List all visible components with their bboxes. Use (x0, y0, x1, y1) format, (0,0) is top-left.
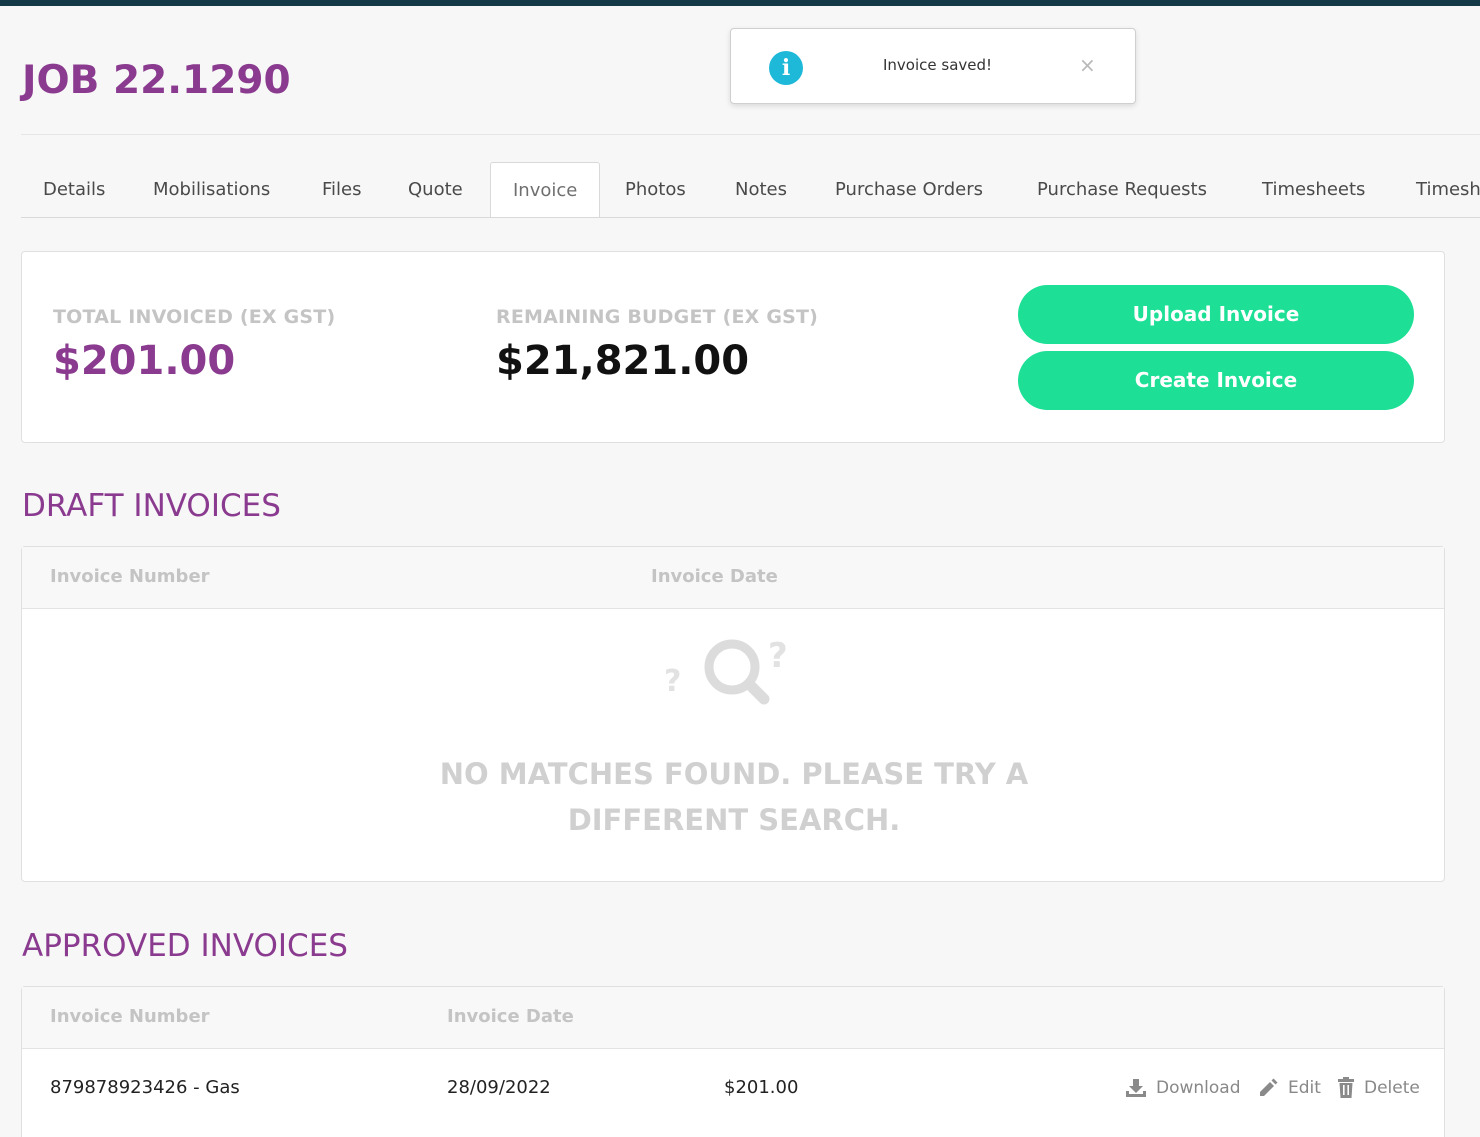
delete-button[interactable]: Delete (1337, 1077, 1420, 1098)
tab-quote[interactable]: Quote (386, 162, 485, 217)
table-header: Invoice Number Invoice Date (22, 547, 1444, 609)
remaining-budget-value: $21,821.00 (496, 338, 750, 384)
remaining-budget-label: REMAINING BUDGET (EX GST) (496, 306, 819, 328)
tab-files[interactable]: Files (300, 162, 384, 217)
table-header: Invoice Number Invoice Date (22, 987, 1444, 1049)
download-label: Download (1156, 1078, 1241, 1098)
upload-invoice-button[interactable]: Upload Invoice (1018, 285, 1414, 344)
tab-timesheets[interactable]: Timesheets (1240, 162, 1387, 217)
total-invoiced-value: $201.00 (53, 338, 236, 384)
edit-label: Edit (1288, 1077, 1321, 1098)
tab-bar: Details Mobilisations Files Quote Invoic… (21, 162, 1480, 218)
invoice-summary-card: TOTAL INVOICED (EX GST) $201.00 REMAININ… (21, 251, 1445, 443)
info-icon: i (769, 51, 803, 85)
column-invoice-number: Invoice Number (50, 1006, 210, 1027)
tab-details[interactable]: Details (21, 162, 127, 217)
column-invoice-date: Invoice Date (651, 566, 778, 587)
invoice-number-cell: 879878923426 - Gas (50, 1077, 240, 1098)
column-invoice-number: Invoice Number (50, 566, 210, 587)
invoice-date-cell: 28/09/2022 (447, 1077, 551, 1098)
tab-invoice[interactable]: Invoice (490, 162, 601, 217)
toast-message: Invoice saved! (883, 56, 993, 74)
no-results-icon: ? ? (664, 636, 788, 705)
create-invoice-button[interactable]: Create Invoice (1018, 351, 1414, 410)
tab-purchase-orders[interactable]: Purchase Orders (813, 162, 1005, 217)
tab-notes[interactable]: Notes (713, 162, 809, 217)
column-invoice-date: Invoice Date (447, 1006, 574, 1027)
delete-icon (1338, 1077, 1354, 1098)
top-bar (0, 0, 1480, 6)
edit-button[interactable]: Edit (1258, 1077, 1321, 1098)
download-button[interactable]: Download (1125, 1077, 1241, 1099)
svg-text:?: ? (664, 664, 681, 699)
tab-photos[interactable]: Photos (603, 162, 708, 217)
title-divider (21, 134, 1480, 135)
page-title: JOB 22.1290 (22, 58, 291, 103)
close-icon[interactable]: × (1079, 53, 1096, 77)
download-icon (1126, 1079, 1146, 1097)
edit-icon (1260, 1078, 1278, 1096)
empty-state-line-1: NO MATCHES FOUND. PLEASE TRY A (439, 757, 1029, 791)
svg-text:?: ? (768, 636, 788, 676)
tab-timesheets-more[interactable]: Timesh (1394, 162, 1480, 217)
delete-label: Delete (1364, 1077, 1420, 1098)
approved-invoices-table: Invoice Number Invoice Date 879878923426… (21, 986, 1445, 1137)
tab-purchase-requests[interactable]: Purchase Requests (1015, 162, 1229, 217)
draft-invoices-table: Invoice Number Invoice Date ? ? NO MATCH… (21, 546, 1445, 882)
total-invoiced-label: TOTAL INVOICED (EX GST) (53, 306, 336, 328)
empty-state-message: NO MATCHES FOUND. PLEASE TRY A DIFFERENT… (402, 751, 1066, 843)
tab-mobilisations[interactable]: Mobilisations (131, 162, 292, 217)
toast-notification: i Invoice saved! × (730, 28, 1136, 104)
approved-invoices-title: APPROVED INVOICES (22, 928, 348, 964)
invoice-amount-cell: $201.00 (724, 1077, 799, 1098)
empty-state-line-2: DIFFERENT SEARCH. (567, 803, 901, 837)
draft-invoices-title: DRAFT INVOICES (22, 488, 281, 524)
